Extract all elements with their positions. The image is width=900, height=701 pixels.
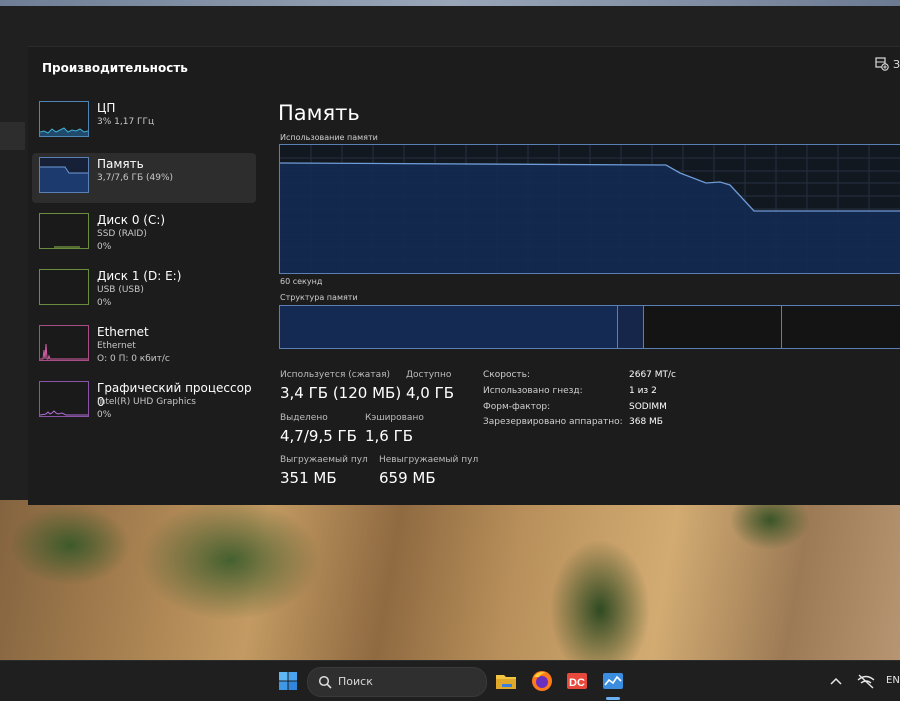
speed-label: Скорость: <box>483 370 530 380</box>
sidebar-item-disk-1[interactable]: Диск 1 (D: E:) USB (USB) 0% <box>32 265 256 315</box>
paged-pool-label: Выгружаемый пул <box>280 455 368 465</box>
sidebar-item-usage: 0% <box>97 242 112 252</box>
network-status-button[interactable] <box>855 667 877 695</box>
sidebar-item-detail: SSD (RAID) <box>97 229 147 239</box>
available-label: Доступно <box>406 370 452 380</box>
task-manager-window: Производительность З ЦП 3% 1,17 ГГц Памя… <box>28 46 900 505</box>
folder-icon <box>496 675 516 689</box>
ethernet-mini-graph <box>39 325 89 361</box>
double-commander-button[interactable]: DC <box>563 667 591 695</box>
sidebar-item-usage: 0% <box>97 410 112 420</box>
file-explorer-button[interactable] <box>492 667 520 695</box>
free-segment <box>782 306 900 348</box>
disk1-mini-graph <box>39 269 89 305</box>
nonpaged-pool-label: Невыгружаемый пул <box>379 455 479 465</box>
start-button[interactable] <box>274 667 302 695</box>
run-new-task-button[interactable]: З <box>875 57 900 71</box>
task-manager-icon <box>603 673 623 689</box>
structure-label: Структура памяти <box>280 293 358 302</box>
network-disconnected-icon <box>857 674 875 689</box>
in-use-label: Используется (сжатая) <box>280 370 391 380</box>
sidebar-item-label: Ethernet <box>97 325 149 339</box>
sidebar-item-usage: 0% <box>97 298 112 308</box>
search-icon <box>318 675 332 689</box>
disk0-mini-graph <box>39 213 89 249</box>
memory-usage-graph <box>279 144 900 274</box>
sidebar-item-label: Диск 0 (C:) <box>97 213 166 227</box>
time-range-label: 60 секунд <box>280 277 323 286</box>
cpu-mini-graph <box>39 101 89 137</box>
language-indicator[interactable]: ENG <box>886 675 900 686</box>
form-factor-value: SODIMM <box>629 402 667 412</box>
svg-text:DC: DC <box>569 677 585 689</box>
committed-label: Выделено <box>280 413 328 423</box>
committed-value: 4,7/9,5 ГБ <box>280 427 357 445</box>
sidebar-item-detail: USB (USB) <box>97 285 144 295</box>
sidebar-item-label: ЦП <box>97 101 116 115</box>
usage-graph-label: Использование памяти <box>280 133 378 142</box>
in-use-value: 3,4 ГБ (120 МБ) <box>280 384 402 402</box>
taskbar: Поиск DC EN <box>0 660 900 701</box>
background-nav-item[interactable] <box>0 122 25 150</box>
firefox-button[interactable] <box>528 667 556 695</box>
in-use-segment <box>280 306 618 348</box>
double-commander-icon: DC <box>567 673 587 689</box>
gpu-mini-graph <box>39 381 89 417</box>
show-hidden-icons-button[interactable] <box>826 667 846 695</box>
search-placeholder: Поиск <box>338 675 373 688</box>
memory-usage-chart <box>280 145 900 273</box>
sidebar-item-detail: 3,7/7,6 ГБ (49%) <box>97 173 174 183</box>
slots-label: Использовано гнезд: <box>483 386 583 396</box>
cached-label: Кэшировано <box>365 413 424 423</box>
paged-pool-value: 351 МБ <box>280 469 337 487</box>
sidebar-item-label: Память <box>97 157 144 171</box>
sidebar-item-label: Диск 1 (D: E:) <box>97 269 182 283</box>
chevron-up-icon <box>830 677 842 685</box>
sidebar-item-detail: 3% 1,17 ГГц <box>97 117 155 127</box>
windows-logo-icon <box>279 672 297 690</box>
sidebar-item-detail: Intel(R) UHD Graphics <box>97 397 196 407</box>
hardware-reserved-label: Зарезервировано аппаратно: <box>483 417 623 427</box>
sidebar-item-gpu[interactable]: Графический процессор 0 Intel(R) UHD Gra… <box>32 377 256 427</box>
sidebar-item-cpu[interactable]: ЦП 3% 1,17 ГГц <box>32 97 256 147</box>
slots-value: 1 из 2 <box>629 386 657 396</box>
section-title: Память <box>278 101 360 125</box>
speed-value: 2667 МТ/с <box>629 370 677 380</box>
sidebar-item-memory[interactable]: Память 3,7/7,6 ГБ (49%) <box>32 153 256 203</box>
available-value: 4,0 ГБ <box>406 384 455 402</box>
standby-segment <box>644 306 782 348</box>
sidebar-item-ethernet[interactable]: Ethernet Ethernet О: 0 П: 0 кбит/с <box>32 321 256 371</box>
memory-mini-graph <box>39 157 89 193</box>
cached-value: 1,6 ГБ <box>365 427 414 445</box>
new-task-icon <box>875 57 889 71</box>
sidebar-item-throughput: О: 0 П: 0 кбит/с <box>97 354 170 364</box>
taskbar-search[interactable]: Поиск <box>307 667 487 697</box>
modified-segment <box>618 306 644 348</box>
firefox-icon <box>532 671 552 691</box>
sidebar-item-disk-0[interactable]: Диск 0 (C:) SSD (RAID) 0% <box>32 209 256 259</box>
page-title: Производительность <box>42 61 188 75</box>
task-manager-button[interactable] <box>599 667 627 695</box>
performance-sidebar: ЦП 3% 1,17 ГГц Память 3,7/7,6 ГБ (49%) Д… <box>32 97 256 433</box>
nonpaged-pool-value: 659 МБ <box>379 469 436 487</box>
memory-composition-bar <box>279 305 900 349</box>
run-new-task-label: З <box>892 57 900 71</box>
sidebar-item-detail: Ethernet <box>97 341 136 351</box>
form-factor-label: Форм-фактор: <box>483 402 551 412</box>
hardware-reserved-value: 368 МБ <box>629 417 663 427</box>
